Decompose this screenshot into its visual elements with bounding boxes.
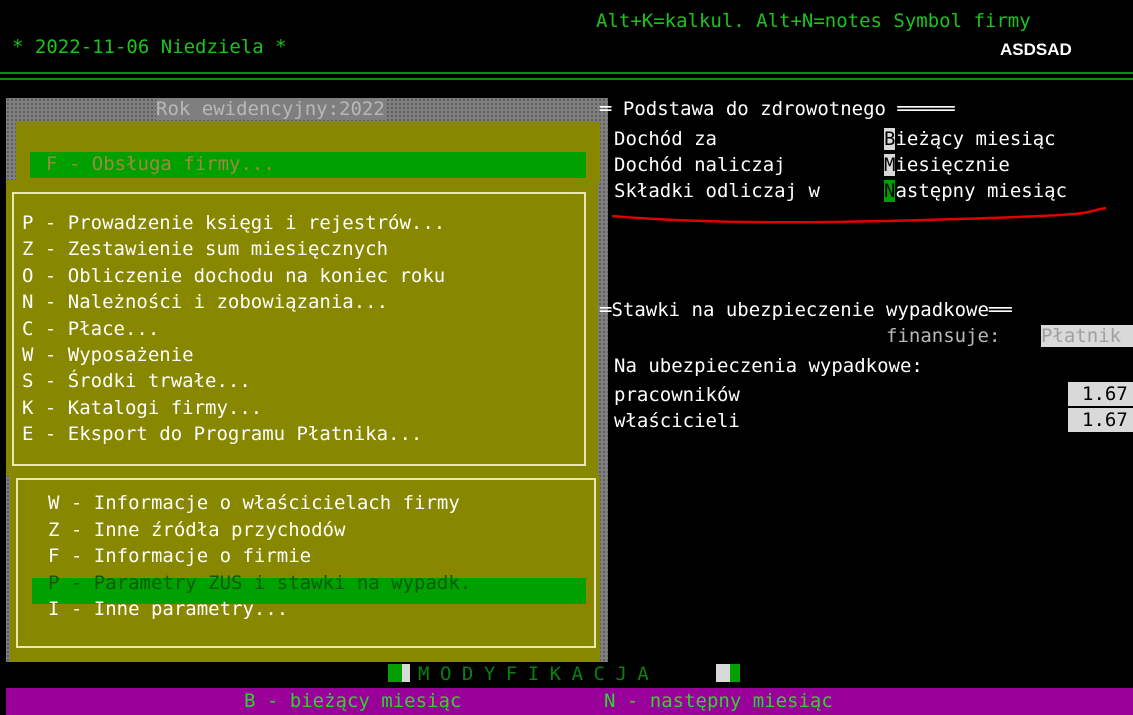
rate-field-owners[interactable]: 1.67 — [1068, 408, 1133, 432]
value-text: astępny miesiąc — [895, 180, 1068, 202]
header: Alt+K=kalkul. Alt+N=notes Symbol firmy *… — [0, 0, 1133, 78]
submenu-item[interactable]: P - Parametry ZUS i stawki na wypadk. — [48, 572, 471, 594]
red-underline — [611, 206, 1107, 224]
menu-item[interactable]: N - Należności i zobowiązania... — [22, 291, 388, 313]
mode-marker-left — [388, 664, 402, 682]
menu-item-firm[interactable]: F - Obsługa firmy... — [46, 153, 275, 175]
submenu-item[interactable]: I - Inne parametry... — [48, 598, 288, 620]
health-value-3[interactable]: Następny miesiąc — [884, 180, 1067, 202]
rate-value: 1.67 — [1082, 409, 1128, 431]
header-divider — [0, 72, 1133, 74]
value-text: iesięcznie — [895, 154, 1010, 176]
menu-item[interactable]: C - Płace... — [22, 318, 159, 340]
health-value-1[interactable]: Bieżący miesiąc — [884, 128, 1056, 150]
health-label-2: Dochód naliczaj — [614, 154, 786, 176]
mode-marker-right — [730, 664, 740, 682]
menu-item[interactable]: Z - Zestawienie sum miesięcznych — [22, 238, 388, 260]
financed-value[interactable]: Płatnik — [1041, 325, 1133, 347]
mode-marker-right — [716, 664, 730, 682]
date-label: * 2022-11-06 Niedziela * — [12, 36, 287, 58]
company-symbol: ASDSAD — [1000, 40, 1072, 59]
value-text: ieżący miesiąc — [895, 128, 1056, 150]
bottom-option-current[interactable]: B - bieżący miesiąc — [244, 690, 461, 712]
year-title: Rok ewidencyjny:2022 — [156, 98, 385, 120]
financed-label: finansuje: — [886, 325, 1001, 347]
submenu-item[interactable]: W - Informacje o właścicielach firmy — [48, 492, 460, 514]
accident-title-text: Stawki na ubezpieczenie wypadkowe — [611, 299, 989, 321]
rate-label-employees: pracowników — [614, 384, 740, 406]
health-label-1: Dochód za — [614, 128, 717, 150]
mode-marker-left — [402, 664, 410, 682]
submenu-item[interactable]: Z - Inne źródła przychodów — [48, 519, 345, 541]
menu-item[interactable]: S - Środki trwałe... — [22, 370, 251, 392]
bottom-option-next[interactable]: N - następny miesiąc — [604, 690, 833, 712]
hotkey-n: N — [884, 180, 896, 202]
header-divider — [0, 78, 1133, 80]
menu-item[interactable]: O - Obliczenie dochodu na koniec roku — [22, 265, 445, 287]
mode-label: MODYFIKACJA — [418, 663, 660, 685]
menu-item[interactable]: W - Wyposażenie — [22, 344, 194, 366]
shortcuts-hint: Alt+K=kalkul. Alt+N=notes Symbol firmy — [596, 10, 1031, 32]
rate-field-employees[interactable]: 1.67 — [1068, 382, 1133, 406]
accident-subtitle: Na ubezpieczenia wypadkowe: — [614, 355, 923, 377]
hotkey-m: M — [884, 154, 896, 176]
health-section-title: ═ Podstawa do zdrowotnego ═════ — [600, 98, 955, 120]
rate-label-owners: właścicieli — [614, 410, 740, 432]
bottom-bar: B - bieżący miesiąc N - następny miesiąc — [6, 688, 1133, 715]
accident-section-title: ═Stawki na ubezpieczenie wypadkowe══ — [600, 299, 1012, 321]
health-value-2[interactable]: Miesięcznie — [884, 154, 1010, 176]
menu-item[interactable]: P - Prowadzenie księgi i rejestrów... — [22, 212, 445, 234]
rate-value: 1.67 — [1082, 383, 1128, 405]
health-label-3: Składki odliczaj w — [614, 180, 820, 202]
hotkey-b: B — [884, 128, 896, 150]
menu-item[interactable]: K - Katalogi firmy... — [22, 397, 262, 419]
menu-item[interactable]: E - Eksport do Programu Płatnika... — [22, 423, 422, 445]
submenu-item[interactable]: F - Informacje o firmie — [48, 545, 311, 567]
health-title-text: Podstawa do zdrowotnego — [622, 98, 886, 120]
